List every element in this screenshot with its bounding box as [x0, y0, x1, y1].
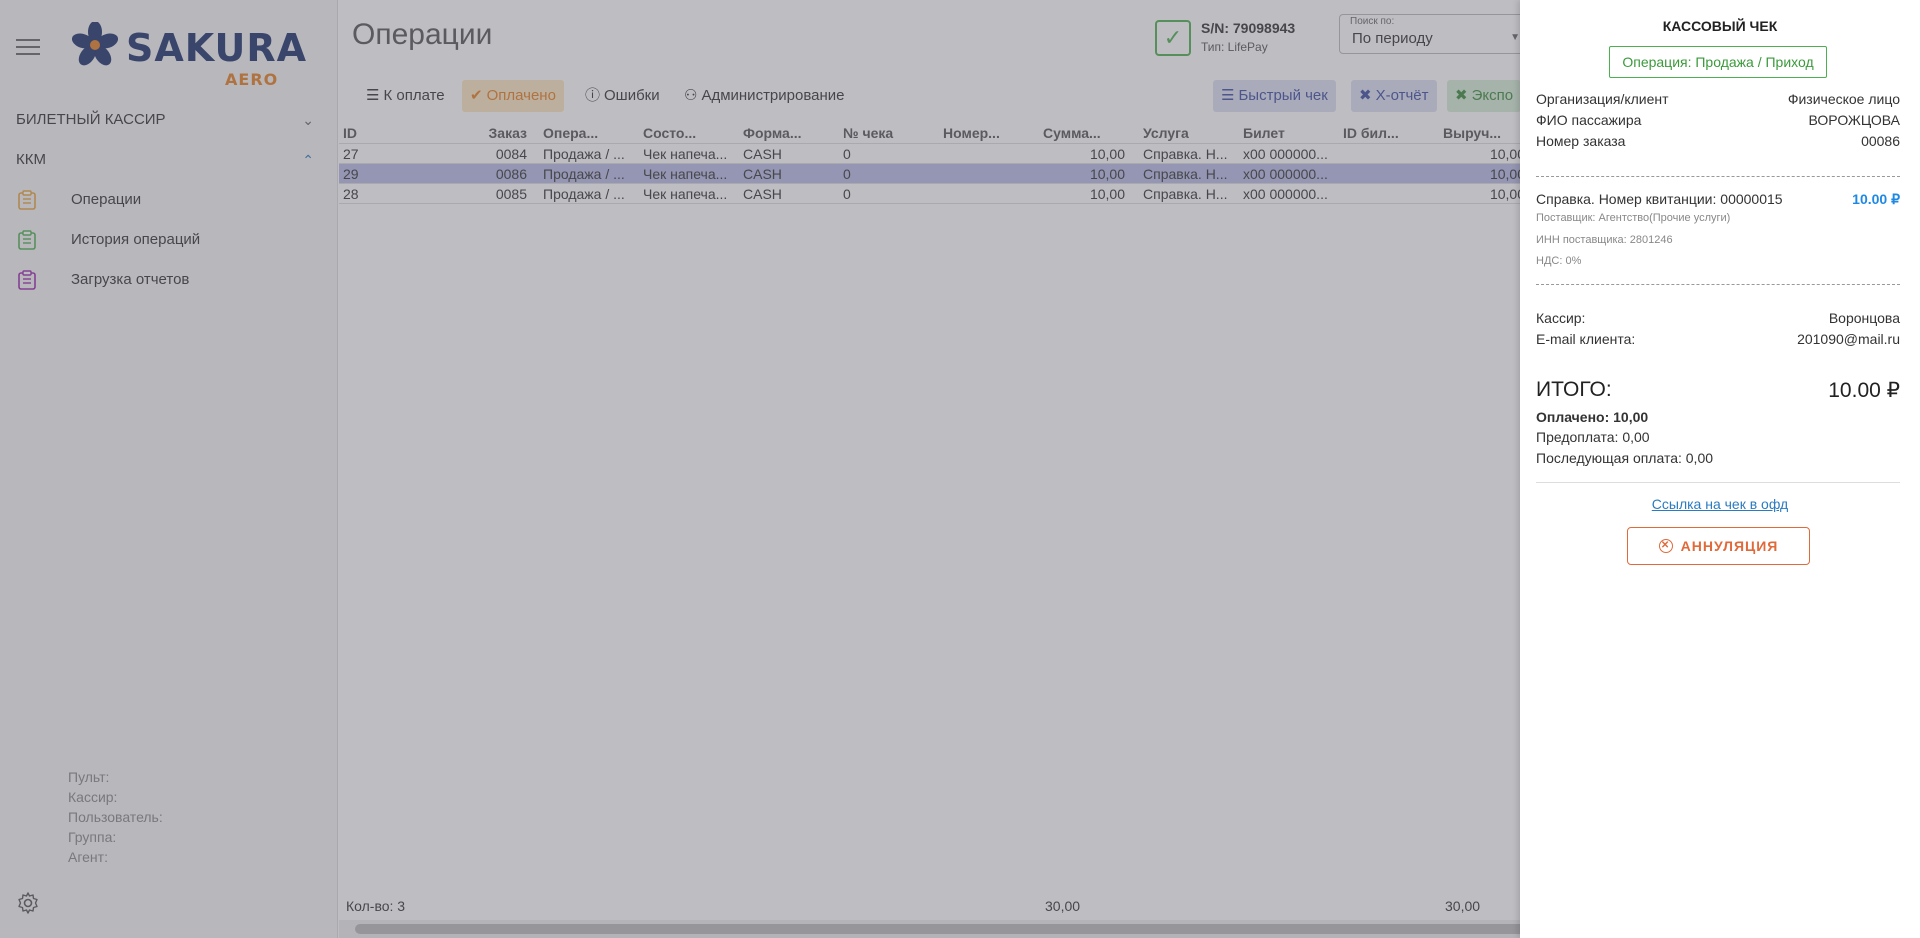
email-value: 201090@mail.ru [1797, 331, 1900, 347]
cashier-row: Кассир: Воронцова [1536, 310, 1900, 330]
total-value: 10.00 ₽ [1828, 379, 1900, 402]
org-label: Организация/клиент [1536, 91, 1669, 107]
supplier-inn: ИНН поставщика: 2801246 [1536, 234, 1673, 246]
order-label: Номер заказа [1536, 133, 1626, 149]
postpay-line: Последующая оплата: 0,00 [1536, 450, 1714, 466]
email-row: E-mail клиента: 201090@mail.ru [1536, 331, 1900, 351]
operation-badge: Операция: Продажа / Приход [1609, 46, 1827, 78]
fio-label: ФИО пассажира [1536, 112, 1642, 128]
fio-row: ФИО пассажира ВОРОЖЦОВА [1536, 112, 1900, 132]
divider [1536, 176, 1900, 177]
prepay-line: Предоплата: 0,00 [1536, 429, 1650, 445]
vat: НДС: 0% [1536, 255, 1582, 267]
cashier-value: Воронцова [1828, 310, 1900, 326]
receipt-panel: КАССОВЫЙ ЧЕК Операция: Продажа / Приход … [1520, 0, 1920, 938]
divider [1536, 482, 1900, 483]
order-value: 00086 [1861, 133, 1900, 149]
org-value: Физическое лицо [1787, 91, 1900, 107]
service-price: 10.00 ₽ [1852, 191, 1900, 207]
annul-button[interactable]: ✕ АННУЛЯЦИЯ [1627, 527, 1810, 565]
supplier: Поставщик: Агентство(Прочие услуги) [1536, 212, 1731, 224]
annul-label: АННУЛЯЦИЯ [1680, 538, 1779, 554]
modal-overlay[interactable] [0, 0, 1520, 938]
ofd-link[interactable]: Ссылка на чек в офд [1520, 496, 1920, 512]
fio-value: ВОРОЖЦОВА [1808, 112, 1900, 128]
divider [1536, 284, 1900, 285]
email-label: E-mail клиента: [1536, 331, 1636, 347]
cashier-label: Кассир: [1536, 310, 1586, 326]
service-name: Справка. Номер квитанции: 00000015 [1536, 191, 1783, 207]
paid-line: Оплачено: 10,00 [1536, 409, 1649, 425]
org-row: Организация/клиент Физическое лицо [1536, 91, 1900, 111]
total-label: ИТОГО: [1536, 378, 1612, 401]
cancel-circle-icon: ✕ [1658, 539, 1673, 554]
receipt-title: КАССОВЫЙ ЧЕК [1662, 18, 1778, 34]
order-row: Номер заказа 00086 [1536, 133, 1900, 153]
